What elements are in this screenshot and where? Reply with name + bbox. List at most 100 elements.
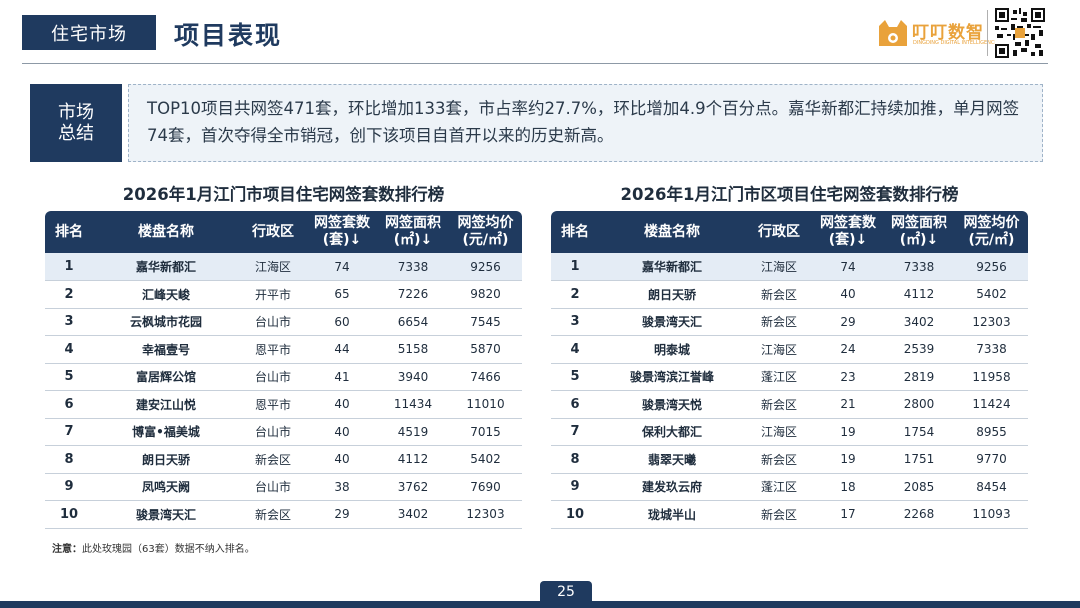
rank-cell: 7 [551, 418, 599, 446]
project-name-cell: 珑城半山 [599, 500, 745, 529]
footer-bar [0, 601, 1080, 608]
area-cell: 2800 [883, 390, 955, 419]
header-divider [22, 63, 1048, 64]
area-cell: 4112 [883, 280, 955, 309]
column-header: 行政区 [745, 211, 813, 253]
price-cell: 5870 [449, 335, 522, 364]
price-cell: 9256 [955, 253, 1028, 281]
rank-cell: 10 [45, 500, 93, 529]
rank-cell: 4 [551, 335, 599, 364]
rank-cell: 4 [45, 335, 93, 364]
table-row: 8 朗日天骄 新会区 40 4112 5402 [45, 445, 522, 474]
price-cell: 9820 [449, 280, 522, 309]
project-name-cell: 建安江山悦 [93, 390, 239, 419]
table-row: 4 明泰城 江海区 24 2539 7338 [551, 335, 1028, 364]
area-cell: 5158 [377, 335, 449, 364]
area-cell: 1754 [883, 418, 955, 446]
rank-cell: 1 [45, 253, 93, 281]
units-cell: 18 [813, 473, 883, 501]
district-cell: 新会区 [745, 390, 813, 419]
area-cell: 2819 [883, 363, 955, 391]
district-cell: 江海区 [745, 335, 813, 364]
area-cell: 1751 [883, 445, 955, 474]
rank-cell: 1 [551, 253, 599, 281]
page-number: 25 [540, 581, 592, 603]
project-name-cell: 朗日天骄 [93, 445, 239, 474]
table-row: 4 幸福壹号 恩平市 44 5158 5870 [45, 335, 522, 364]
district-cell: 台山市 [239, 418, 307, 446]
header: 住宅市场 项目表现 叮叮数智 DINGDING DIGITAL INTELLIG… [0, 0, 1080, 66]
logo-subtext: DINGDING DIGITAL INTELLIGENCE [913, 40, 998, 46]
column-header: 行政区 [239, 211, 307, 253]
project-name-cell: 明泰城 [599, 335, 745, 364]
logo-divider [987, 10, 988, 56]
units-cell: 19 [813, 445, 883, 474]
project-name-cell: 骏景湾滨江誉峰 [599, 363, 745, 391]
table-row: 10 珑城半山 新会区 17 2268 11093 [551, 500, 1028, 529]
units-cell: 41 [307, 363, 377, 391]
units-cell: 44 [307, 335, 377, 364]
rank-cell: 3 [45, 308, 93, 336]
price-cell: 9256 [449, 253, 522, 281]
table-row: 1 嘉华新都汇 江海区 74 7338 9256 [551, 253, 1028, 281]
section-tag: 住宅市场 [22, 15, 156, 50]
table-row: 1 嘉华新都汇 江海区 74 7338 9256 [45, 253, 522, 281]
area-cell: 11434 [377, 390, 449, 419]
units-cell: 40 [307, 445, 377, 474]
column-header: 网签套数 (套)↓ [813, 211, 883, 253]
rank-cell: 2 [45, 280, 93, 309]
rank-cell: 3 [551, 308, 599, 336]
footnote: 注意：此处玫瑰园（63套）数据不纳入排名。 [52, 540, 255, 555]
units-cell: 21 [813, 390, 883, 419]
units-cell: 29 [307, 500, 377, 529]
rank-cell: 5 [45, 363, 93, 391]
district-cell: 新会区 [239, 445, 307, 474]
table-row: 3 云枫城市花园 台山市 60 6654 7545 [45, 308, 522, 336]
column-header: 网签均价 (元/㎡) [449, 211, 522, 253]
price-cell: 11093 [955, 500, 1028, 529]
rank-cell: 7 [45, 418, 93, 446]
units-cell: 24 [813, 335, 883, 364]
area-cell: 3402 [883, 308, 955, 336]
area-cell: 7338 [883, 253, 955, 281]
rank-cell: 10 [551, 500, 599, 529]
footnote-label: 注意： [52, 544, 82, 555]
table-header-row: 排名 楼盘名称 行政区 网签套数 (套)↓ 网签面积 (㎡)↓ 网签均价 (元/㎡) [551, 211, 1028, 253]
district-cell: 江海区 [745, 418, 813, 446]
units-cell: 23 [813, 363, 883, 391]
column-header: 网签均价 (元/㎡) [955, 211, 1028, 253]
rank-cell: 6 [551, 390, 599, 419]
units-cell: 40 [307, 390, 377, 419]
project-name-cell: 骏景湾天汇 [599, 308, 745, 336]
units-cell: 74 [307, 253, 377, 281]
district-cell: 蓬江区 [745, 473, 813, 501]
units-cell: 40 [813, 280, 883, 309]
project-name-cell: 幸福壹号 [93, 335, 239, 364]
district-cell: 新会区 [745, 280, 813, 309]
price-cell: 7690 [449, 473, 522, 501]
price-cell: 7015 [449, 418, 522, 446]
area-cell: 3940 [377, 363, 449, 391]
table-row: 10 骏景湾天汇 新会区 29 3402 12303 [45, 500, 522, 529]
price-cell: 12303 [449, 500, 522, 529]
units-cell: 40 [307, 418, 377, 446]
district-cell: 江海区 [239, 253, 307, 281]
project-name-cell: 博富•福美城 [93, 418, 239, 446]
page-title: 项目表现 [174, 21, 283, 50]
rank-cell: 9 [45, 473, 93, 501]
column-header: 排名 [45, 211, 93, 253]
column-header: 楼盘名称 [599, 211, 745, 253]
district-cell: 新会区 [745, 445, 813, 474]
rank-cell: 5 [551, 363, 599, 391]
column-header: 网签面积 (㎡)↓ [883, 211, 955, 253]
area-cell: 4519 [377, 418, 449, 446]
price-cell: 7466 [449, 363, 522, 391]
area-cell: 2539 [883, 335, 955, 364]
units-cell: 29 [813, 308, 883, 336]
right-ranking-table: 排名 楼盘名称 行政区 网签套数 (套)↓ 网签面积 (㎡)↓ 网签均价 (元/㎡) 1 嘉华新都… [551, 211, 1028, 529]
table-row: 2 汇峰天峻 开平市 65 7226 9820 [45, 280, 522, 309]
area-cell: 2085 [883, 473, 955, 501]
units-cell: 65 [307, 280, 377, 309]
project-name-cell: 保利大都汇 [599, 418, 745, 446]
district-cell: 江海区 [745, 253, 813, 281]
